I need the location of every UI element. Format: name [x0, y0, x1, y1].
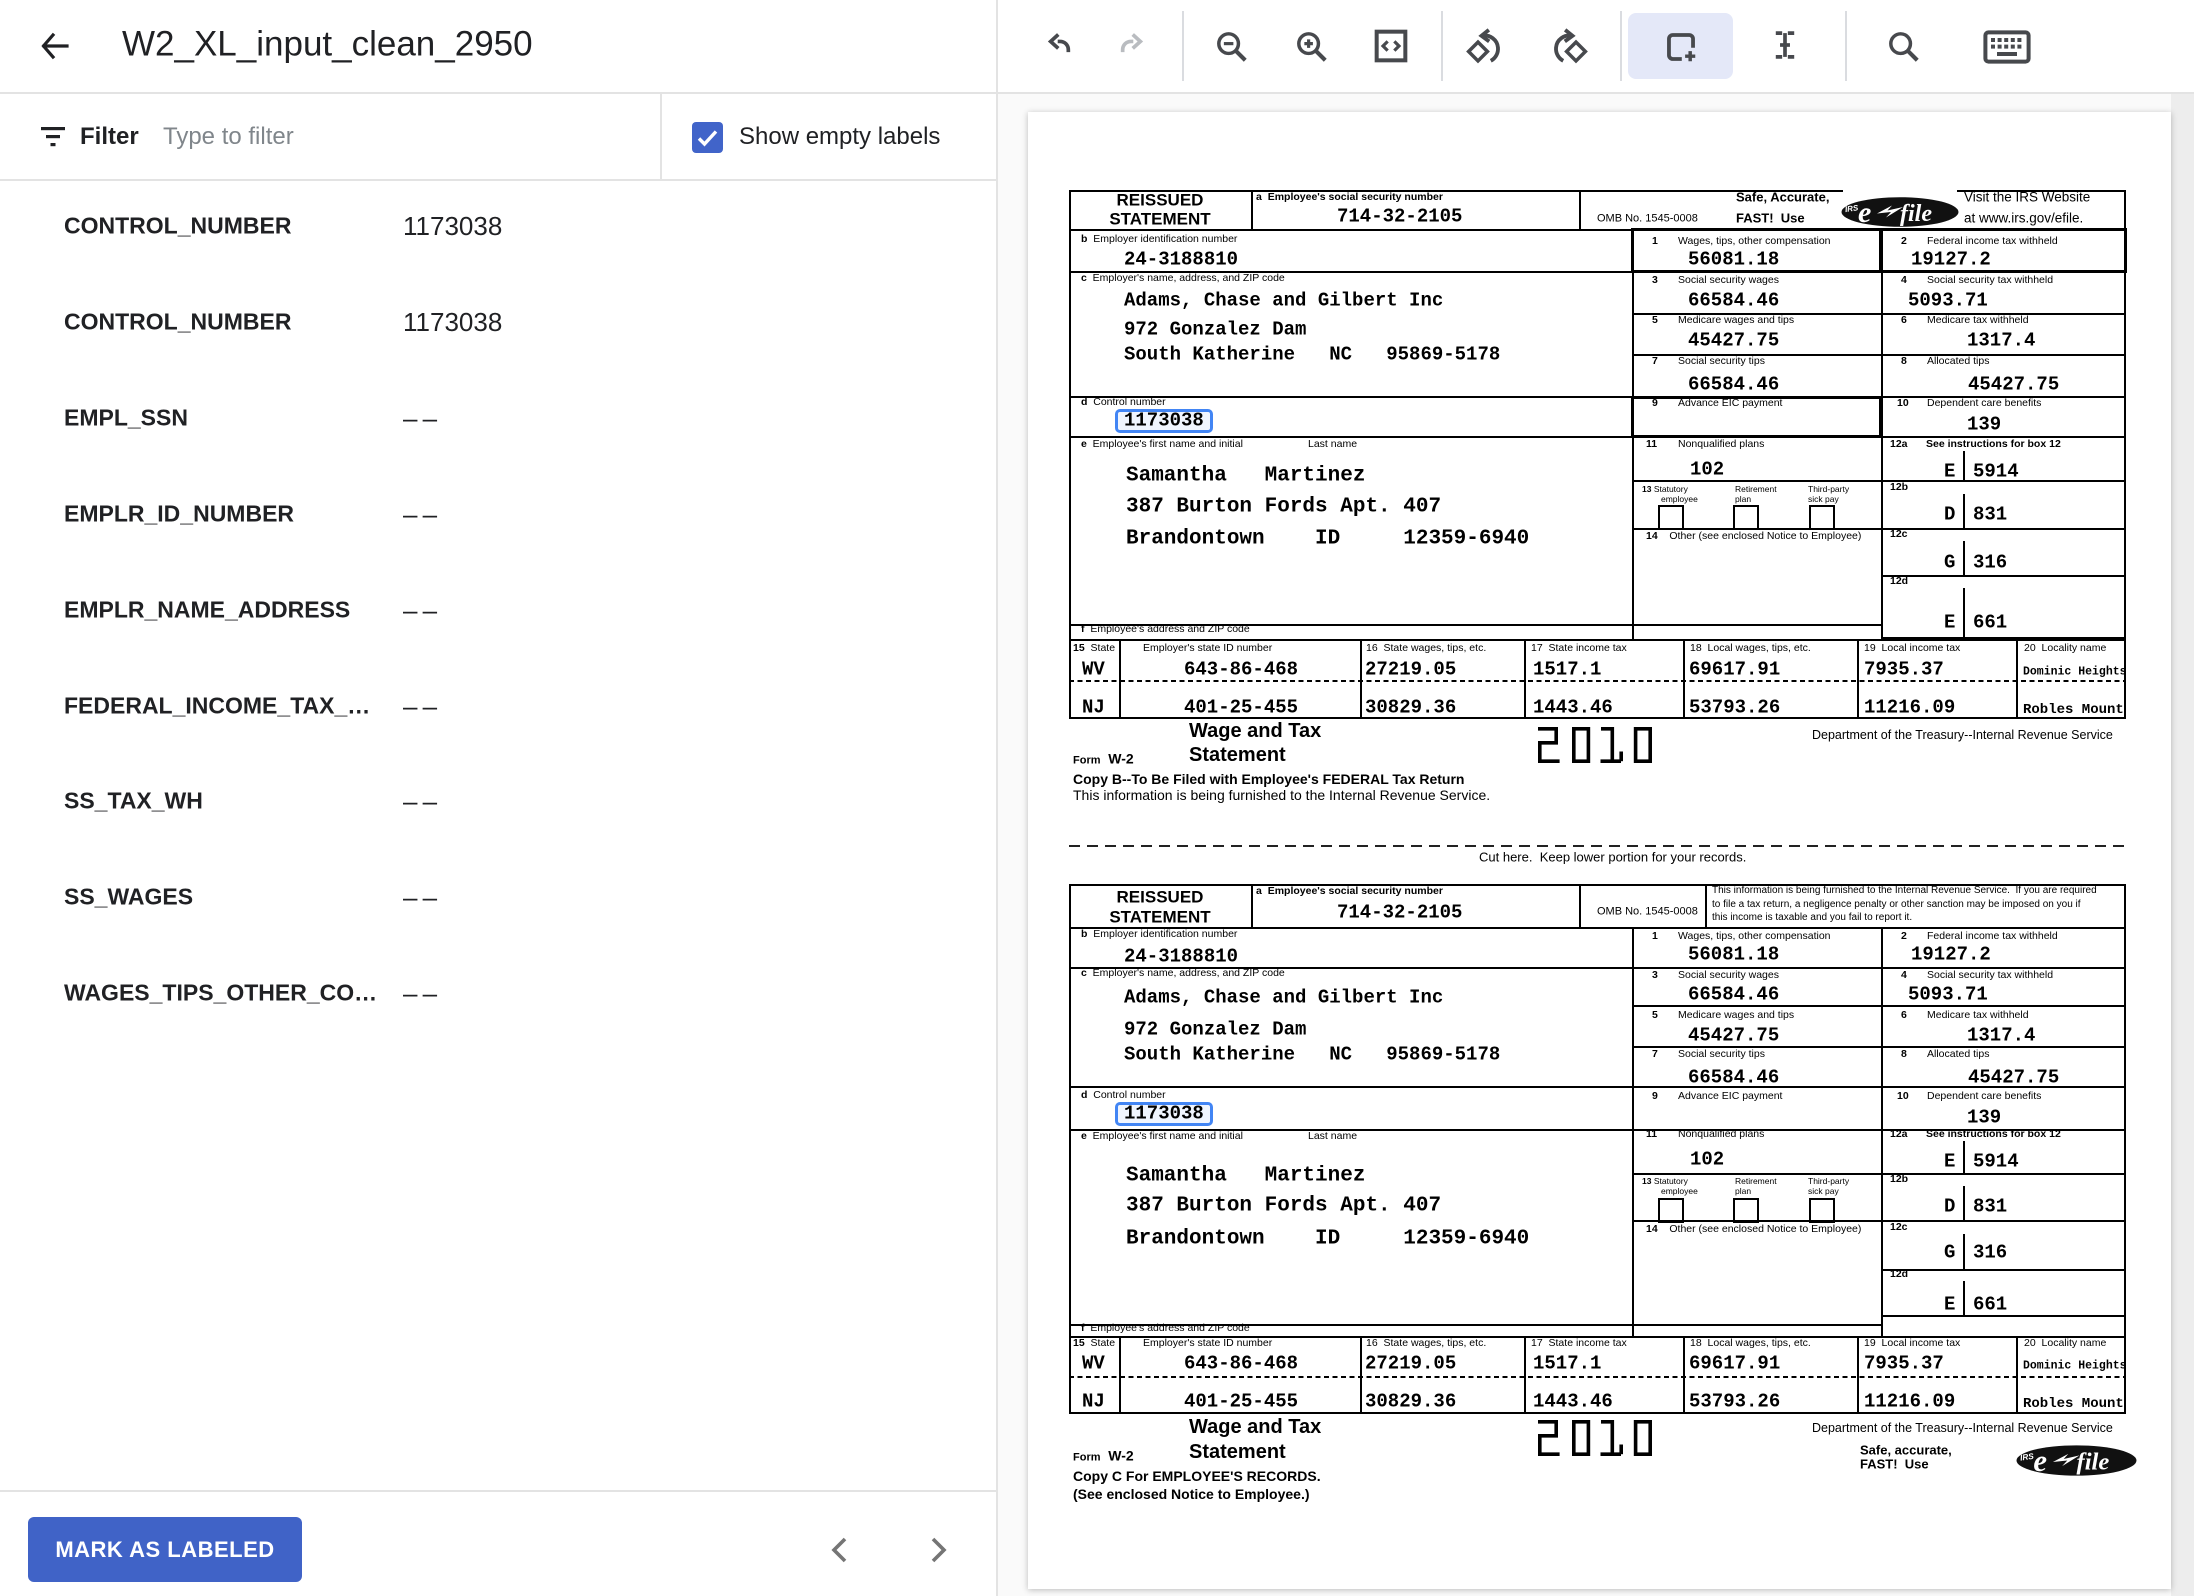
- svg-text:e: e: [2033, 1444, 2047, 1478]
- svg-text:file: file: [2077, 1449, 2110, 1476]
- svg-text:e: e: [1858, 197, 1871, 227]
- svg-text:file: file: [1900, 201, 1932, 227]
